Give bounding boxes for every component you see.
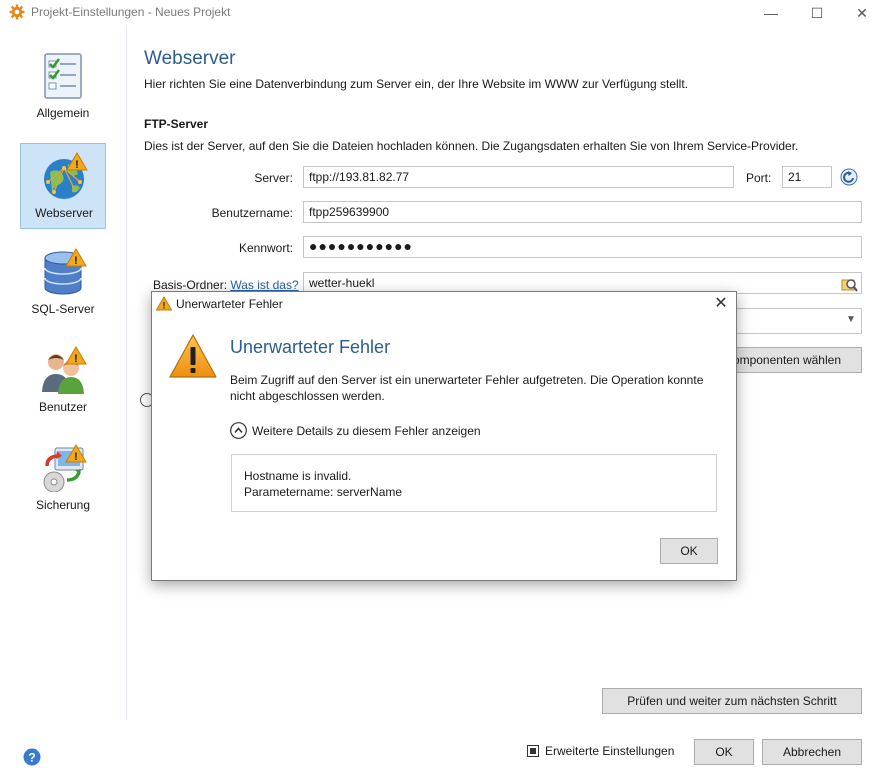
help-icon[interactable]: ? (23, 748, 41, 766)
svg-text:!: ! (74, 255, 78, 267)
page-title: Webserver (144, 48, 236, 69)
close-button[interactable]: ✕ (839, 0, 885, 26)
warning-large-icon (169, 334, 217, 378)
cancel-button[interactable]: Abbrechen (762, 739, 862, 765)
base-folder-label: Basis-Ordner: (153, 278, 228, 292)
dialog-title: Unerwarteter Fehler (176, 297, 283, 311)
sidebar-item-label: SQL-Server (31, 302, 95, 316)
window-title: Projekt-Einstellungen - Neues Projekt (31, 5, 231, 19)
username-input[interactable]: ftpp259639900 (303, 201, 862, 223)
details-line: Hostname is invalid. (244, 469, 352, 483)
base-folder-label-row: Basis-Ordner: Was ist das? (153, 278, 299, 292)
sidebar-item-webserver[interactable]: ! Webserver (20, 143, 106, 229)
sidebar-item-label: Webserver (35, 206, 93, 220)
svg-text:?: ? (28, 751, 35, 765)
svg-text:!: ! (74, 353, 78, 365)
maximize-button[interactable]: ☐ (794, 0, 840, 26)
browse-folder-icon[interactable] (840, 275, 858, 293)
sidebar-item-label: Allgemein (36, 106, 90, 120)
chevron-down-icon: ▼ (846, 314, 856, 325)
warning-small-icon: ! (156, 296, 172, 311)
sidebar-item-sicherung[interactable]: ! Sicherung (20, 436, 106, 522)
globe-warning-icon: ! (44, 152, 88, 199)
next-step-button[interactable]: Prüfen und weiter zum nächsten Schritt (602, 688, 862, 714)
svg-text:!: ! (163, 301, 166, 311)
dialog-ok-button[interactable]: OK (660, 538, 718, 564)
password-label: Kennwort: (238, 241, 293, 255)
minimize-button[interactable]: — (748, 0, 794, 26)
what-is-this-link[interactable]: Was ist das? (230, 278, 298, 292)
advanced-settings-checkbox[interactable] (527, 745, 539, 757)
backup-warning-icon: ! (43, 444, 87, 492)
database-warning-icon: ! (44, 248, 87, 295)
details-toggle[interactable]: Weitere Details zu diesem Fehler anzeige… (230, 422, 481, 439)
dialog-close-button[interactable]: ✕ (708, 293, 734, 315)
app-gear-icon (9, 4, 25, 20)
dialog-message: Beim Zugriff auf den Server ist ein uner… (230, 373, 704, 403)
sidebar-item-sql-server[interactable]: ! SQL-Server (20, 240, 106, 326)
sidebar-item-label: Benutzer (38, 400, 88, 414)
sidebar-item-label: Sicherung (35, 498, 91, 512)
ok-button[interactable]: OK (694, 739, 754, 765)
title-bar: Projekt-Einstellungen - Neues Projekt — … (0, 0, 885, 26)
reset-port-icon[interactable] (840, 168, 858, 186)
users-warning-icon: ! (42, 346, 87, 394)
port-label: Port: (746, 171, 772, 185)
details-line: Parametername: serverName (244, 485, 403, 499)
username-label: Benutzername: (211, 206, 293, 220)
chevron-up-circle-icon (230, 422, 247, 439)
server-input[interactable]: ftpp://193.81.82.77 (303, 166, 734, 188)
password-input[interactable]: ●●●●●●●●●●● (303, 236, 862, 258)
server-label: Server: (254, 171, 293, 185)
sidebar-item-benutzer[interactable]: ! Benutzer (20, 338, 106, 424)
port-input[interactable]: 21 (782, 166, 832, 188)
error-dialog: ! Unerwarteter Fehler ✕ Unerwarteter Feh… (151, 291, 737, 581)
error-details-box: Hostname is invalid. Parametername: serv… (231, 454, 717, 512)
checklist-icon (44, 53, 82, 99)
details-toggle-label: Weitere Details zu diesem Fehler anzeige… (252, 423, 481, 438)
section-description: Dies ist der Server, auf den Sie die Dat… (144, 139, 799, 153)
sidebar-item-allgemein[interactable]: Allgemein (20, 44, 106, 130)
dialog-heading: Unerwarteter Fehler (230, 337, 391, 357)
advanced-settings-label: Erweiterte Einstellungen (545, 744, 675, 758)
svg-text:!: ! (74, 451, 78, 463)
page-description: Hier richten Sie eine Datenverbindung zu… (144, 77, 689, 91)
section-title: FTP-Server (144, 117, 209, 131)
svg-text:!: ! (75, 159, 79, 171)
